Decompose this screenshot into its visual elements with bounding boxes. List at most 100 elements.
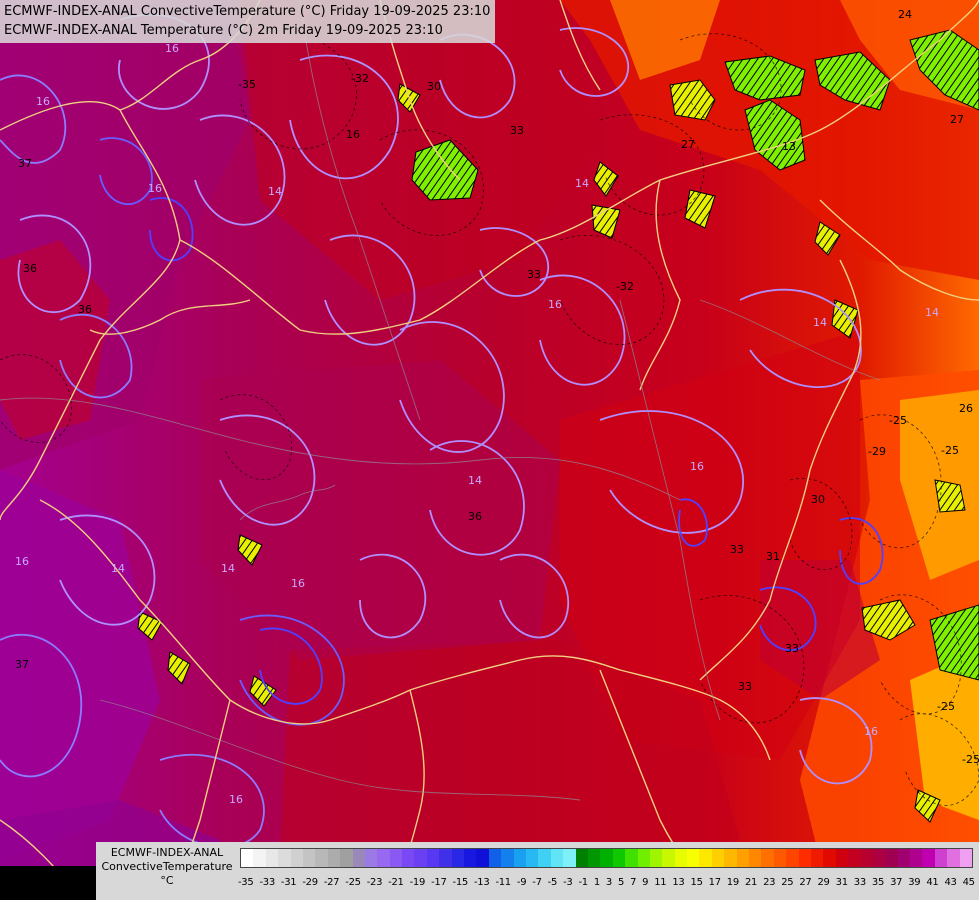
legend-tick: 33 <box>853 877 866 888</box>
legend-tick: -23 <box>366 877 383 888</box>
contour-label: 16 <box>165 42 179 55</box>
contour-label: 36 <box>468 510 482 523</box>
contour-label: 33 <box>527 268 541 281</box>
legend-tick: 3 <box>605 877 612 888</box>
legend-swatch <box>278 849 291 867</box>
contour-label: -29 <box>868 445 886 458</box>
contour-label: 16 <box>291 577 305 590</box>
legend-swatch <box>934 849 948 867</box>
contour-label: 33 <box>785 642 799 655</box>
legend-swatch <box>637 849 650 867</box>
legend-swatch <box>885 849 898 867</box>
legend-model: ECMWF-INDEX-ANAL <box>110 846 224 859</box>
legend-swatch <box>302 849 316 867</box>
legend-tick: 43 <box>944 877 957 888</box>
contour-label: -32 <box>616 280 634 293</box>
contour-label: 33 <box>738 680 752 693</box>
legend-tick: 35 <box>871 877 885 888</box>
legend-swatch <box>724 849 737 867</box>
contour-label: 36 <box>78 303 92 316</box>
legend-swatch <box>464 849 477 867</box>
legend-swatch <box>736 849 750 867</box>
legend-swatch <box>699 849 712 867</box>
contour-label: 16 <box>864 725 878 738</box>
legend-tick: -31 <box>280 877 297 888</box>
legend-swatch <box>327 849 341 867</box>
contour-label: 16 <box>15 555 29 568</box>
contour-label: 31 <box>766 550 780 563</box>
legend-swatch <box>265 849 279 867</box>
legend-tick: 13 <box>672 877 685 888</box>
legend-tick: 31 <box>835 877 848 888</box>
legend-tick: -15 <box>452 877 469 888</box>
legend-swatch <box>662 849 675 867</box>
contour-label: -35 <box>238 78 256 91</box>
title-line-convective: ECMWF-INDEX-ANAL ConvectiveTemperature (… <box>4 4 491 19</box>
legend-swatch <box>414 849 427 867</box>
legend-swatch <box>241 849 254 867</box>
legend-swatch <box>773 849 787 867</box>
legend-swatch <box>649 849 663 867</box>
legend-swatch <box>451 849 465 867</box>
legend-tick: -1 <box>578 877 588 888</box>
legend-unit: °C <box>160 874 174 887</box>
contour-label: 33 <box>510 124 524 137</box>
legend-swatch <box>786 849 799 867</box>
contour-label: 30 <box>811 493 825 506</box>
legend-tick: 23 <box>763 877 776 888</box>
legend-swatch <box>711 849 725 867</box>
legend-tick: 15 <box>690 877 703 888</box>
legend-swatch <box>439 849 452 867</box>
no-data-corner <box>0 866 96 900</box>
legend-tick: -9 <box>516 877 527 888</box>
legend-tick: -3 <box>563 877 573 888</box>
legend-title: ECMWF-INDEX-ANAL ConvectiveTemperature °… <box>98 846 236 888</box>
legend-tick: -13 <box>473 877 490 888</box>
legend-tick: 27 <box>799 877 812 888</box>
contour-label: 14 <box>575 177 589 190</box>
legend-tick: 1 <box>593 877 600 888</box>
legend-tick: 39 <box>908 877 921 888</box>
legend-tick: -19 <box>409 877 426 888</box>
weather-map[interactable]: -35 -32303333-321614161614163636 161414161… <box>0 0 979 900</box>
contour-label: -32 <box>351 72 369 85</box>
contour-label: 37 <box>18 157 32 170</box>
legend-tick: -27 <box>323 877 340 888</box>
contour-label: 14 <box>468 474 482 487</box>
legend-swatch <box>749 849 762 867</box>
legend-tick: 29 <box>817 877 830 888</box>
legend-tick: 19 <box>726 877 739 888</box>
legend-swatch <box>389 849 403 867</box>
legend-tick: 7 <box>630 877 637 888</box>
legend-swatch <box>625 849 638 867</box>
legend-swatch <box>860 849 873 867</box>
legend-swatch <box>488 849 502 867</box>
contour-label: -25 <box>937 700 955 713</box>
contour-label: 24 <box>898 8 912 21</box>
contour-label: 37 <box>15 658 29 671</box>
legend-tick: 21 <box>744 877 758 888</box>
legend-swatch <box>290 849 303 867</box>
contour-label: 16 <box>548 298 562 311</box>
contour-label: -25 <box>941 444 959 457</box>
legend-swatch <box>810 849 824 867</box>
legend-tick: 11 <box>654 877 667 888</box>
legend-swatch <box>823 849 836 867</box>
legend-swatch <box>587 849 601 867</box>
legend-swatch <box>798 849 811 867</box>
contour-label: 14 <box>111 562 125 575</box>
legend-tick: 9 <box>642 877 649 888</box>
contour-label: 14 <box>925 306 939 319</box>
contour-label: 13 <box>782 140 796 153</box>
contour-label: 14 <box>268 185 282 198</box>
contour-label: 27 <box>681 138 695 151</box>
legend-swatch <box>352 849 365 867</box>
legend-swatch <box>910 849 923 867</box>
legend-swatch <box>835 849 849 867</box>
legend-tick: -33 <box>259 877 275 888</box>
legend-tick: 25 <box>781 877 794 888</box>
legend-swatch <box>761 849 774 867</box>
legend-tick: 41 <box>926 877 939 888</box>
legend-swatch <box>513 849 526 867</box>
legend-swatch <box>563 849 576 867</box>
